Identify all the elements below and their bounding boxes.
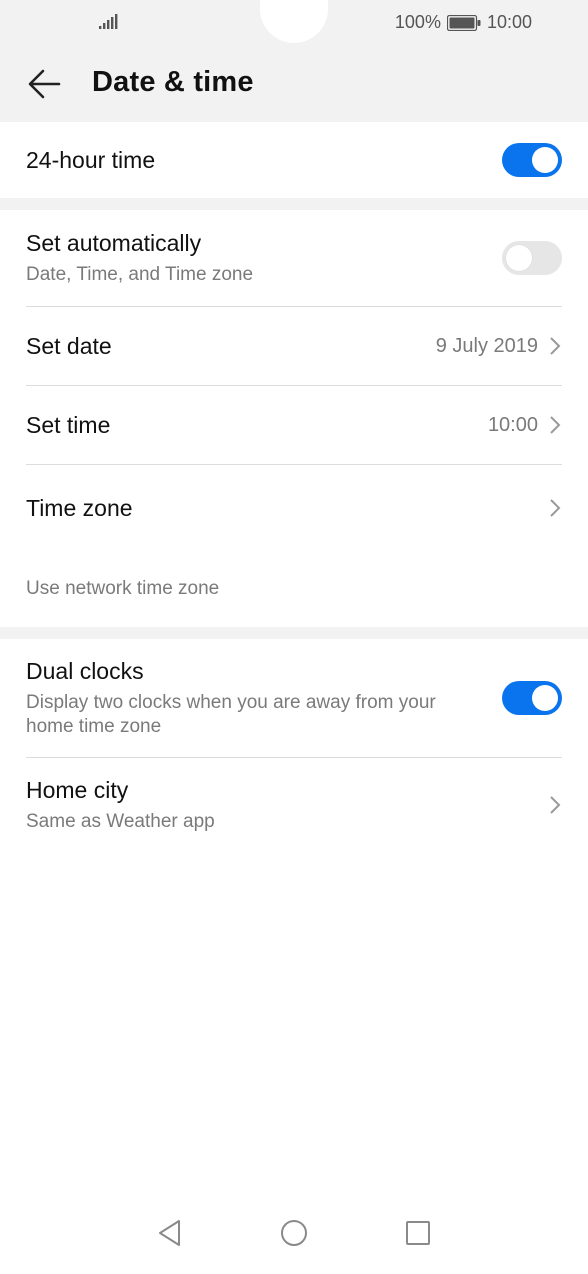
row-label: 24-hour time — [26, 146, 156, 173]
row-set-automatically[interactable]: Set automatically Date, Time, and Time z… — [26, 210, 562, 306]
row-label: Set automatically — [26, 229, 202, 256]
row-label: Home city — [26, 776, 129, 803]
row-time-zone[interactable]: Time zone — [26, 464, 562, 551]
page-title: Date & time — [92, 66, 254, 98]
chevron-right-icon — [550, 796, 561, 814]
system-nav-bar — [0, 1192, 588, 1274]
row-label: Dual clocks — [26, 657, 144, 684]
nav-recent-button[interactable] — [400, 1215, 436, 1251]
status-right: 100% 10:00 — [395, 12, 532, 33]
battery-icon — [446, 14, 481, 31]
row-label: Time zone — [26, 494, 133, 521]
chevron-right-icon — [550, 337, 561, 355]
network-time-zone-note: Use network time zone — [26, 578, 220, 599]
section-divider — [0, 198, 588, 210]
toggle-knob — [532, 147, 558, 173]
row-set-time[interactable]: Set time 10:00 — [26, 385, 562, 464]
triangle-back-icon — [159, 1220, 180, 1246]
row-subtitle: Display two clocks when you are away fro… — [26, 691, 436, 737]
square-recent-icon — [406, 1221, 430, 1245]
status-bar: 100% 10:00 — [0, 0, 588, 46]
date-value: 9 July 2019 — [435, 334, 538, 357]
row-dual-clocks[interactable]: Dual clocks Display two clocks when you … — [26, 639, 562, 757]
section-divider — [0, 627, 588, 639]
clock: 10:00 — [486, 12, 532, 32]
toggle-set-automatically[interactable] — [502, 241, 562, 275]
chevron-right-icon — [550, 499, 561, 517]
toggle-knob — [506, 245, 532, 271]
toggle-24-hour-time[interactable] — [502, 143, 562, 177]
row-24-hour-time[interactable]: 24-hour time — [26, 122, 562, 198]
toggle-knob — [532, 685, 558, 711]
settings-list: 24-hour time Set automatically Date, Tim… — [0, 122, 588, 852]
toggle-dual-clocks[interactable] — [502, 681, 562, 715]
battery-percent: 100% — [394, 12, 441, 32]
back-button[interactable] — [26, 66, 62, 102]
row-label: Set date — [26, 332, 112, 359]
arrow-left-icon — [28, 69, 61, 99]
camera-notch — [260, 0, 328, 43]
circle-home-icon — [281, 1220, 307, 1246]
chevron-right-icon — [550, 416, 561, 434]
row-home-city[interactable]: Home city Same as Weather app — [26, 757, 562, 852]
nav-home-button[interactable] — [276, 1215, 312, 1251]
nav-back-button[interactable] — [152, 1215, 188, 1251]
signal-bars-icon — [98, 14, 118, 35]
row-set-date[interactable]: Set date 9 July 2019 — [26, 306, 562, 385]
row-label: Set time — [26, 411, 111, 438]
network-note-wrap: Use network time zone — [0, 551, 588, 627]
time-value: 10:00 — [487, 413, 538, 436]
row-subtitle: Date, Time, and Time zone — [26, 263, 254, 285]
row-subtitle: Same as Weather app — [26, 810, 215, 832]
app-bar: Date & time — [0, 46, 588, 122]
